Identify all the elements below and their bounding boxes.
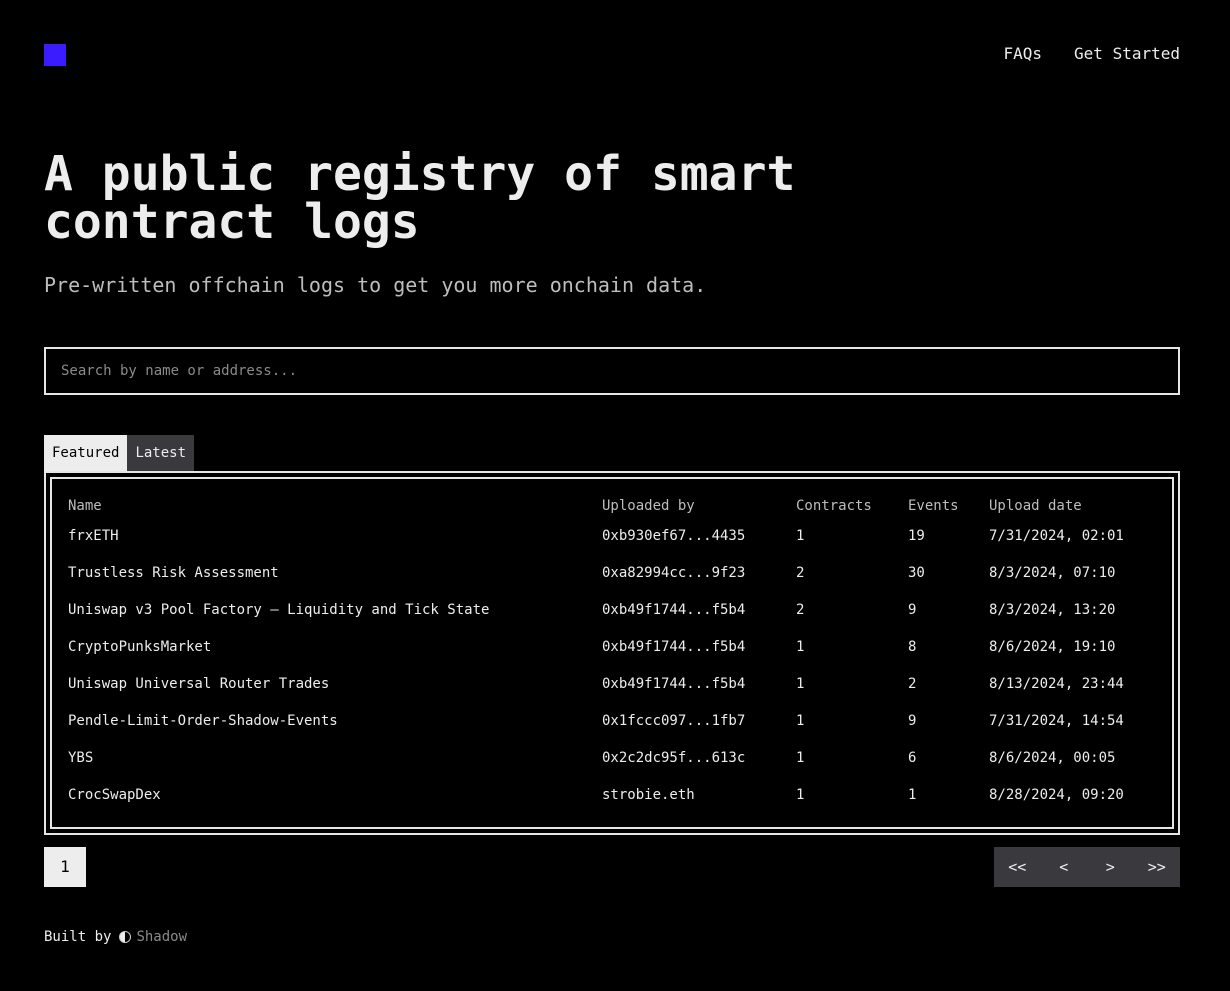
previous-page-button[interactable]: <	[1041, 847, 1088, 887]
cell-events: 9	[908, 712, 917, 729]
last-page-button[interactable]: >>	[1134, 847, 1181, 887]
cell-events: 19	[908, 527, 925, 544]
logs-table-frame: Name Uploaded by Contracts Events Upload…	[44, 471, 1180, 835]
shadow-link[interactable]: Shadow	[119, 928, 187, 946]
cell-events: 6	[908, 749, 917, 766]
cell-contracts: 1	[796, 786, 805, 803]
logs-table-container: Name Uploaded by Contracts Events Upload…	[50, 477, 1174, 829]
tab-featured[interactable]: Featured	[44, 435, 128, 471]
cell-uploaded-by: 0xb49f1744...f5b4	[602, 638, 746, 655]
table-row[interactable]: frxETH 0xb930ef67...4435 1 19 7/31/2024,…	[67, 517, 1159, 554]
page-number-button[interactable]: 1	[44, 847, 86, 887]
cell-events: 30	[908, 564, 925, 581]
pagination-controls: << < > >>	[994, 847, 1180, 887]
cell-upload-date: 8/13/2024, 23:44	[989, 675, 1124, 692]
cell-uploaded-by: strobie.eth	[602, 786, 695, 803]
page-title: A public registry of smart contract logs	[44, 146, 796, 250]
cell-name: Trustless Risk Assessment	[68, 564, 279, 581]
nav-faqs-link[interactable]: FAQs	[1004, 44, 1043, 64]
cell-uploaded-by: 0x1fccc097...1fb7	[602, 712, 746, 729]
table-row[interactable]: Trustless Risk Assessment 0xa82994cc...9…	[67, 554, 1159, 591]
search-input[interactable]	[44, 347, 1180, 395]
cell-uploaded-by: 0xb49f1744...f5b4	[602, 675, 746, 692]
first-page-button[interactable]: <<	[994, 847, 1041, 887]
page-subtitle: Pre-written offchain logs to get you mor…	[44, 273, 707, 297]
nav-get-started-link[interactable]: Get Started	[1074, 44, 1180, 64]
cell-name: CryptoPunksMarket	[68, 638, 212, 655]
cell-contracts: 1	[796, 638, 805, 655]
cell-events: 2	[908, 675, 917, 692]
cell-upload-date: 7/31/2024, 14:54	[989, 712, 1124, 729]
column-header-events[interactable]: Events	[908, 495, 989, 517]
tab-latest[interactable]: Latest	[127, 435, 195, 471]
shadow-brand-name: Shadow	[136, 929, 188, 945]
logo[interactable]	[44, 44, 66, 66]
column-header-upload-date[interactable]: Upload date	[989, 495, 1159, 517]
cell-events: 8	[908, 638, 917, 655]
cell-name: CrocSwapDex	[68, 786, 161, 803]
cell-contracts: 1	[796, 712, 805, 729]
table-row[interactable]: YBS 0x2c2dc95f...613c 1 6 8/6/2024, 00:0…	[67, 739, 1159, 776]
cell-uploaded-by: 0xb930ef67...4435	[602, 527, 746, 544]
cell-uploaded-by: 0x2c2dc95f...613c	[602, 749, 746, 766]
table-row[interactable]: Uniswap v3 Pool Factory – Liquidity and …	[67, 591, 1159, 628]
table-row[interactable]: CryptoPunksMarket 0xb49f1744...f5b4 1 8 …	[67, 628, 1159, 665]
top-nav: FAQs Get Started	[1004, 44, 1181, 64]
cell-events: 1	[908, 786, 917, 803]
cell-contracts: 1	[796, 675, 805, 692]
half-circle-icon	[119, 931, 132, 943]
logs-table: Name Uploaded by Contracts Events Upload…	[67, 495, 1159, 813]
cell-upload-date: 7/31/2024, 02:01	[989, 527, 1124, 544]
cell-name: Uniswap v3 Pool Factory – Liquidity and …	[68, 601, 490, 618]
built-by-label: Built by	[44, 929, 112, 945]
cell-events: 9	[908, 601, 917, 618]
cell-upload-date: 8/6/2024, 19:10	[989, 638, 1116, 655]
column-header-contracts[interactable]: Contracts	[796, 495, 908, 517]
cell-contracts: 1	[796, 749, 805, 766]
cell-contracts: 2	[796, 601, 805, 618]
cell-uploaded-by: 0xa82994cc...9f23	[602, 564, 746, 581]
table-header-row: Name Uploaded by Contracts Events Upload…	[67, 495, 1159, 517]
cell-name: YBS	[68, 749, 94, 766]
footer: Built by Shadow	[44, 928, 187, 946]
cell-contracts: 1	[796, 527, 805, 544]
table-row[interactable]: CrocSwapDex strobie.eth 1 1 8/28/2024, 0…	[67, 776, 1159, 813]
column-header-name[interactable]: Name	[67, 495, 602, 517]
cell-contracts: 2	[796, 564, 805, 581]
table-row[interactable]: Uniswap Universal Router Trades 0xb49f17…	[67, 665, 1159, 702]
cell-upload-date: 8/6/2024, 00:05	[989, 749, 1116, 766]
cell-upload-date: 8/3/2024, 13:20	[989, 601, 1116, 618]
next-page-button[interactable]: >	[1087, 847, 1134, 887]
cell-name: frxETH	[68, 527, 119, 544]
cell-name: Pendle-Limit-Order-Shadow-Events	[68, 712, 338, 729]
cell-name: Uniswap Universal Router Trades	[68, 675, 330, 692]
table-row[interactable]: Pendle-Limit-Order-Shadow-Events 0x1fccc…	[67, 702, 1159, 739]
cell-uploaded-by: 0xb49f1744...f5b4	[602, 601, 746, 618]
cell-upload-date: 8/28/2024, 09:20	[989, 786, 1124, 803]
tab-bar: Featured Latest	[44, 435, 195, 471]
column-header-uploaded-by[interactable]: Uploaded by	[602, 495, 796, 517]
cell-upload-date: 8/3/2024, 07:10	[989, 564, 1116, 581]
